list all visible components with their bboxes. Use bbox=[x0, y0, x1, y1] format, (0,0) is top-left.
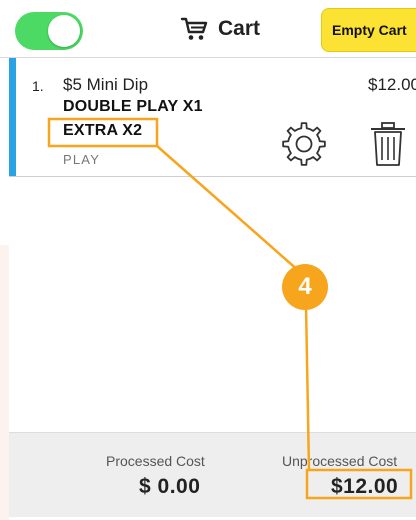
item-number: 1. bbox=[32, 78, 44, 94]
cart-title: Cart bbox=[180, 14, 260, 44]
item-divider bbox=[9, 176, 416, 177]
item-accent-bar bbox=[9, 58, 16, 176]
empty-cart-button[interactable]: Empty Cart bbox=[321, 8, 416, 52]
item-modifier: DOUBLE PLAY X1 bbox=[63, 98, 203, 115]
item-name: $5 Mini Dip bbox=[63, 75, 149, 94]
left-edge-stripe bbox=[0, 245, 9, 520]
item-tag: PLAY bbox=[63, 152, 101, 167]
processed-cost-label: Processed Cost bbox=[106, 453, 205, 469]
gear-icon[interactable] bbox=[280, 120, 328, 168]
cart-icon bbox=[180, 17, 208, 40]
cart-header: Cart Empty Cart bbox=[0, 0, 416, 58]
item-price: $12.00 bbox=[368, 75, 416, 94]
trash-icon[interactable] bbox=[367, 120, 409, 168]
mode-toggle[interactable] bbox=[15, 12, 83, 50]
unprocessed-cost-label: Unprocessed Cost bbox=[282, 453, 398, 469]
cart-title-text: Cart bbox=[218, 17, 261, 40]
item-modifier: EXTRA X2 bbox=[63, 122, 143, 139]
toggle-knob bbox=[48, 15, 80, 47]
cart-item[interactable]: 1. $5 Mini Dip $12.00 DOUBLE PLAY X1 EXT… bbox=[9, 58, 416, 178]
processed-cost-value: $ 0.00 bbox=[139, 475, 201, 498]
cost-footer: Processed Cost $ 0.00 Unprocessed Cost $… bbox=[9, 432, 416, 517]
annotation-badge: 4 bbox=[282, 264, 328, 310]
unprocessed-cost-value: $12.00 bbox=[331, 475, 399, 498]
